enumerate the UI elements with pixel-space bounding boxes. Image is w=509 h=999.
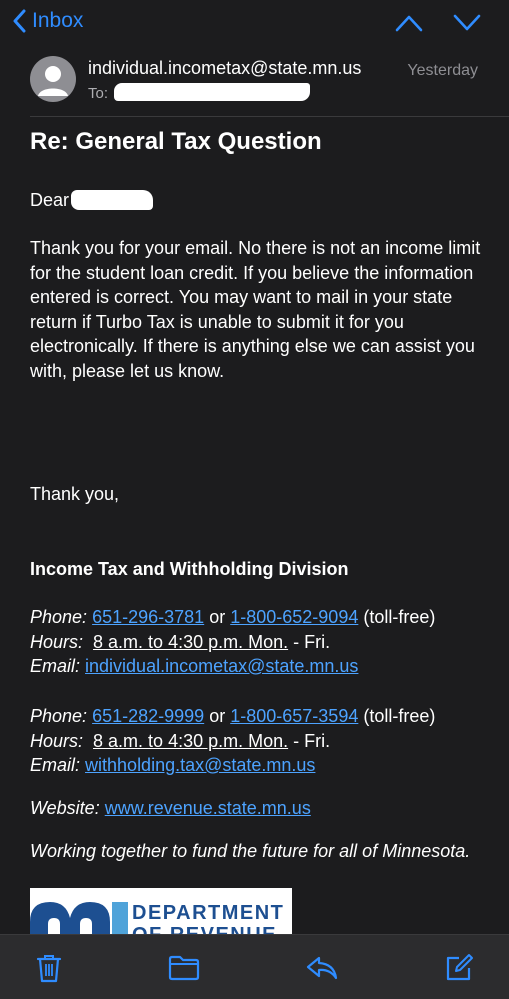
website-label: Website: <box>30 798 100 818</box>
email-label: Email: <box>30 755 81 775</box>
tollfree-label: (toll-free) <box>363 706 436 726</box>
logo-line-1: DEPARTMENT <box>132 902 285 924</box>
message-subject: Re: General Tax Question <box>30 128 322 155</box>
trash-icon[interactable] <box>35 953 63 983</box>
department-logo: DEPARTMENT OF REVENUE <box>30 888 292 934</box>
bottom-toolbar <box>0 934 509 999</box>
contact-block-2: Phone: 651-282-9999 or 1-800-657-3594 (t… <box>30 704 500 778</box>
message-header: individual.incometax@state.mn.us Yesterd… <box>30 52 500 118</box>
email-label: Email: <box>30 656 81 676</box>
back-label: Inbox <box>32 9 84 32</box>
mn-logo-mark <box>30 902 128 934</box>
chevron-left-icon <box>13 9 26 33</box>
logo-text: DEPARTMENT OF REVENUE <box>132 902 284 934</box>
tollfree-phone-link[interactable]: 1-800-657-3594 <box>230 706 358 726</box>
hours-label: Hours: <box>30 730 84 751</box>
message-body: Thank you for your email. No there is no… <box>30 238 481 381</box>
avatar[interactable] <box>30 56 76 102</box>
greeting: Dear <box>30 188 490 213</box>
hours-days: - Fri. <box>293 730 331 751</box>
compose-icon[interactable] <box>444 953 474 983</box>
logo-line-2: OF REVENUE <box>132 924 284 934</box>
person-icon <box>38 66 68 96</box>
hours-text[interactable]: 8 a.m. to 4:30 p.m. Mon. <box>93 731 288 751</box>
website-line: Website: www.revenue.state.mn.us <box>30 796 500 821</box>
message-date: Yesterday <box>407 62 478 79</box>
hours-days: - Fri. <box>293 631 331 652</box>
hours-text[interactable]: 8 a.m. to 4:30 p.m. Mon. <box>93 632 288 652</box>
header-divider <box>30 116 509 117</box>
redacted-name <box>71 190 154 210</box>
phone-link[interactable]: 651-296-3781 <box>92 607 204 627</box>
back-button[interactable]: Inbox <box>12 9 83 33</box>
phone-label: Phone: <box>30 706 88 726</box>
tollfree-label: (toll-free) <box>363 607 436 627</box>
website-link[interactable]: www.revenue.state.mn.us <box>105 798 311 818</box>
tollfree-phone-link[interactable]: 1-800-652-9094 <box>230 607 358 627</box>
motto: Working together to fund the future for … <box>30 841 471 861</box>
contact-block-1: Phone: 651-296-3781 or 1-800-652-9094 (t… <box>30 605 500 679</box>
reply-icon[interactable] <box>306 955 338 981</box>
chevron-down-icon[interactable] <box>452 12 482 34</box>
folder-icon[interactable] <box>168 955 200 981</box>
or-text: or <box>209 607 226 627</box>
greeting-text: Dear <box>30 190 70 210</box>
navigation-bar: Inbox <box>0 0 509 48</box>
phone-label: Phone: <box>30 607 88 627</box>
sender-address[interactable]: individual.incometax@state.mn.us <box>88 58 361 79</box>
redacted-recipient <box>114 83 310 101</box>
closing: Thank you, <box>30 484 120 504</box>
phone-link[interactable]: 651-282-9999 <box>92 706 204 726</box>
email-link[interactable]: individual.incometax@state.mn.us <box>85 656 358 676</box>
or-text: or <box>209 706 226 726</box>
division-name: Income Tax and Withholding Division <box>30 559 349 579</box>
hours-label: Hours: <box>30 631 84 652</box>
chevron-up-icon[interactable] <box>394 12 424 34</box>
email-link[interactable]: withholding.tax@state.mn.us <box>85 755 315 775</box>
to-label: To: <box>88 85 109 102</box>
message-content[interactable]: individual.incometax@state.mn.us Yesterd… <box>0 48 509 934</box>
